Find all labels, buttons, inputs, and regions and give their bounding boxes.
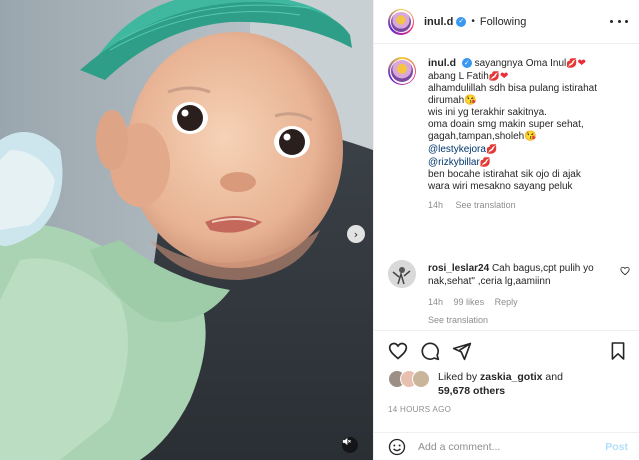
comment-time: 14h <box>428 297 444 307</box>
liked-by-user-link[interactable]: zaskia_gotix <box>480 371 542 383</box>
comment-like-icon[interactable] <box>620 266 630 276</box>
add-comment-bar: Post <box>374 432 639 460</box>
baby-photo <box>0 0 373 460</box>
verified-badge-icon: ✓ <box>456 16 467 27</box>
caption-time: 14h <box>428 200 444 210</box>
next-media-button[interactable]: › <box>347 225 365 243</box>
kiss-emoji-icon: 😘 <box>464 95 477 106</box>
caption-line: abang L Fatih <box>428 71 489 82</box>
lips-emoji-icon: 💋 <box>485 144 498 154</box>
post-comment-button[interactable]: Post <box>605 441 628 453</box>
author-username[interactable]: inul.d <box>424 16 453 28</box>
reply-button[interactable]: Reply <box>495 297 518 307</box>
author-avatar[interactable] <box>388 8 414 35</box>
commenter-photo <box>388 260 416 288</box>
following-button[interactable]: Following <box>480 16 526 28</box>
caption-line: oma doain smg makin super sehat, <box>428 119 584 130</box>
post-header: inul.d ✓ • Following <box>374 0 639 44</box>
post-sidebar: inul.d ✓ • Following inul.d ✓ sayangnya … <box>373 0 639 460</box>
caption-line: gagah,tampan,sholeh <box>428 131 525 142</box>
mention-link[interactable]: @rizkybillar <box>428 157 480 168</box>
post-media[interactable]: › <box>0 0 373 460</box>
more-options-icon[interactable] <box>610 14 628 28</box>
caption-line: peluk <box>548 181 573 192</box>
mention-link[interactable]: @lestykejora <box>428 144 486 155</box>
verified-badge-icon: ✓ <box>461 58 472 69</box>
liked-by-prefix: Liked by <box>438 371 478 383</box>
caption-line: ben bocahe istirahat sik ojo di ajak <box>428 169 581 180</box>
caption-line: sayangnya Oma Inul <box>474 58 567 69</box>
likes-summary: Liked by zaskia_gotix and 59,678 others <box>388 368 628 400</box>
speaker-muted-icon <box>342 437 351 446</box>
like-icon[interactable] <box>388 341 408 361</box>
comment-text: rosi_leslar24 Cah bagus,cpt pulih yo nak… <box>428 262 613 327</box>
lips-emoji-icon: 💋 <box>488 71 501 81</box>
heart-emoji-icon: ❤ <box>500 71 509 82</box>
post-timestamp[interactable]: 14 HOURS AGO <box>388 405 451 414</box>
commenter-avatar[interactable] <box>388 260 416 288</box>
caption-line: alhamdulillah sdh bisa pulang istirahat <box>428 83 597 94</box>
heart-emoji-icon: ❤ <box>577 58 586 69</box>
emoji-icon[interactable] <box>388 438 406 456</box>
likes-count-link[interactable]: 59,678 others <box>438 385 505 397</box>
share-icon[interactable] <box>452 341 472 361</box>
smile-emoji-icon: 😘 <box>524 131 537 142</box>
chevron-right-icon: › <box>353 227 359 241</box>
commenter-username[interactable]: rosi_leslar24 <box>428 263 489 274</box>
comment-likes-link[interactable]: 99 likes <box>454 297 485 307</box>
liked-by-and: and <box>545 371 563 383</box>
caption-username[interactable]: inul.d <box>428 57 456 69</box>
caption-avatar[interactable] <box>388 57 416 85</box>
comment-line: nak,sehat" ,ceria lg,aamiinn <box>428 276 551 287</box>
caption-line: wis ini yg terakhir sakitnya. <box>428 107 547 118</box>
sound-toggle-button[interactable] <box>342 437 358 453</box>
bookmark-icon[interactable] <box>610 341 626 361</box>
comment-input[interactable] <box>418 440 588 453</box>
liker-avatar[interactable] <box>412 370 430 388</box>
caption-line: wara wiri mesakno sayang <box>428 181 546 192</box>
caption-text: inul.d ✓ sayangnya Oma Inul💋❤ abang L Fa… <box>428 57 638 211</box>
comment-icon[interactable] <box>420 341 440 361</box>
post-actions-bar <box>374 330 639 370</box>
see-translation-link[interactable]: See translation <box>456 200 516 210</box>
caption-meta: 14h See translation <box>428 199 638 211</box>
comment-line: Cah bagus,cpt pulih yo <box>491 263 594 274</box>
liked-by-text: Liked by zaskia_gotix and 59,678 others <box>438 370 563 398</box>
comment-see-translation-link[interactable]: See translation <box>428 314 613 327</box>
lips-emoji-icon: 💋 <box>479 157 492 167</box>
comment-meta: 14h 99 likes Reply <box>428 296 613 309</box>
caption-line: dirumah <box>428 95 465 106</box>
liker-avatars <box>388 370 432 388</box>
lips-emoji-icon: 💋 <box>566 58 578 68</box>
comments-scroll-area[interactable]: inul.d ✓ sayangnya Oma Inul💋❤ abang L Fa… <box>374 45 639 330</box>
header-separator: • <box>471 16 475 27</box>
